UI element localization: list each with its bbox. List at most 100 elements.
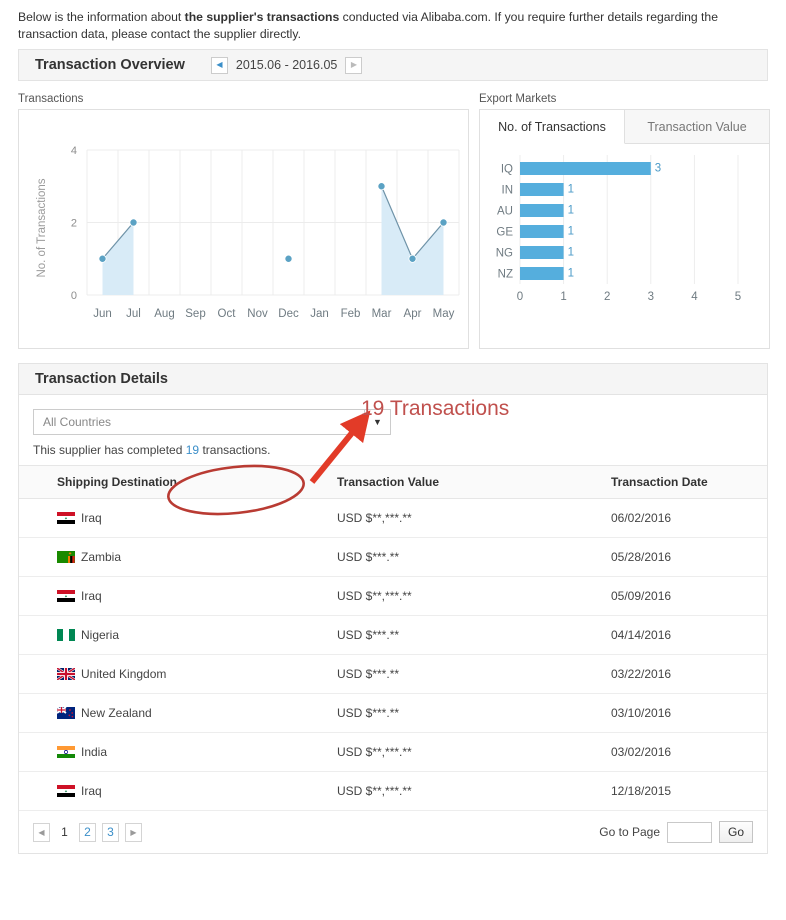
flag-icon-iq: ☘	[57, 785, 75, 797]
bar-chart-x-tick: 3	[648, 291, 654, 303]
table-row: United KingdomUSD $***.**03/22/2016	[19, 655, 767, 694]
destination-name: United Kingdom	[81, 667, 166, 681]
cell-transaction-value: USD $**,***.**	[319, 733, 599, 772]
bar-chart-category-label: AU	[497, 206, 513, 218]
cell-transaction-value: USD $***.**	[319, 538, 599, 577]
goto-page-group: Go to Page Go	[599, 821, 753, 843]
intro-text-bold: the supplier's transactions	[185, 10, 340, 24]
note-transaction-count: 19	[186, 443, 199, 457]
cell-shipping-destination: India	[19, 733, 319, 772]
date-range-label: 2015.06 - 2016.05	[236, 58, 337, 72]
tab-transaction-value[interactable]: Transaction Value	[625, 110, 769, 144]
bar-chart-bar	[520, 204, 564, 217]
cell-transaction-date: 03/02/2016	[599, 733, 767, 772]
transaction-details-body: All Countries ▼ This supplier has comple…	[18, 395, 768, 854]
export-markets-tabs: No. of Transactions Transaction Value	[480, 110, 769, 144]
cell-transaction-date: 03/22/2016	[599, 655, 767, 694]
charts-row: Transactions 024 JunJulAugSepOctNovDecJa…	[18, 93, 768, 349]
destination-cell: New Zealand	[57, 706, 319, 720]
svg-text:☘: ☘	[65, 594, 68, 598]
bar-chart-value-label: 3	[655, 163, 661, 175]
table-row: ☘IraqUSD $**,***.**06/02/2016	[19, 499, 767, 538]
destination-name: New Zealand	[81, 706, 152, 720]
flag-icon-nz	[57, 707, 75, 719]
table-row: New Zealand USD $***.**03/10/2016	[19, 694, 767, 733]
column-transaction-value: Transaction Value	[319, 466, 599, 499]
line-chart-x-tick: May	[433, 308, 455, 320]
cell-transaction-date: 12/18/2015	[599, 772, 767, 811]
line-chart-x-tick: Feb	[341, 308, 361, 320]
bar-chart-value-label: 1	[568, 268, 574, 280]
line-chart-data-point	[285, 255, 292, 262]
pagination-prev-button[interactable]: ◀	[33, 823, 50, 842]
table-header-row: Shipping Destination Transaction Value T…	[19, 466, 767, 499]
pagination-next-button[interactable]: ▶	[125, 823, 142, 842]
bar-chart-bar	[520, 225, 564, 238]
cell-shipping-destination: ☘Iraq	[19, 499, 319, 538]
svg-text:☘: ☘	[65, 516, 68, 520]
cell-shipping-destination: ☘ Iraq	[19, 577, 319, 616]
bar-chart-x-tick: 4	[691, 291, 698, 303]
intro-paragraph: Below is the information about the suppl…	[18, 0, 748, 49]
goto-page-input[interactable]	[667, 822, 712, 843]
cell-transaction-value: USD $***.**	[319, 694, 599, 733]
line-chart-x-tick: Apr	[404, 308, 422, 320]
bar-chart-bar	[520, 267, 564, 280]
destination-cell: ☘Iraq	[57, 511, 319, 525]
line-chart-x-tick: Aug	[154, 308, 174, 320]
pagination-page-1[interactable]: 1	[56, 823, 73, 842]
bar-chart-value-label: 1	[568, 247, 574, 259]
destination-cell: ☘Iraq	[57, 784, 319, 798]
line-chart-y-tick: 4	[71, 145, 77, 157]
cell-transaction-value: USD $**,***.**	[319, 772, 599, 811]
country-filter-select[interactable]: All Countries ▼	[33, 409, 391, 435]
line-chart-data-point	[440, 219, 447, 226]
bar-chart-bar	[520, 162, 651, 175]
bar-chart-x-tick: 0	[517, 291, 523, 303]
transactions-table: Shipping Destination Transaction Value T…	[19, 465, 767, 811]
line-chart-data-point	[409, 255, 416, 262]
flag-icon-in	[57, 746, 75, 758]
pagination: ◀ 1 2 3 ▶ Go to Page Go	[19, 811, 767, 853]
transactions-line-chart: 024 JunJulAugSepOctNovDecJanFebMarAprMay…	[18, 109, 469, 349]
line-chart-data-point	[99, 255, 106, 262]
pagination-page-2[interactable]: 2	[79, 823, 96, 842]
line-chart-x-tick: Jun	[93, 308, 112, 320]
destination-name: Iraq	[81, 589, 102, 603]
cell-transaction-date: 05/09/2016	[599, 577, 767, 616]
country-filter-value: All Countries	[34, 415, 364, 429]
table-row: ZambiaUSD $***.**05/28/2016	[19, 538, 767, 577]
bar-chart-x-tick: 1	[560, 291, 566, 303]
completed-transactions-note: This supplier has completed 19 transacti…	[33, 443, 753, 457]
export-markets-column: Export Markets No. of Transactions Trans…	[479, 93, 770, 349]
line-chart-x-tick: Jan	[310, 308, 329, 320]
line-chart-data-point	[130, 219, 137, 226]
destination-name: India	[81, 745, 107, 759]
table-row: ☘IraqUSD $**,***.**05/09/2016	[19, 577, 767, 616]
line-chart-x-tick: Dec	[278, 308, 299, 320]
cell-shipping-destination: Zambia	[19, 538, 319, 577]
cell-transaction-date: 06/02/2016	[599, 499, 767, 538]
intro-text-before: Below is the information about	[18, 10, 185, 24]
line-chart-x-tick: Sep	[185, 308, 205, 320]
note-text-after: transactions.	[199, 443, 270, 457]
prev-period-button[interactable]: ◀	[211, 57, 228, 74]
pagination-page-3[interactable]: 3	[102, 823, 119, 842]
bar-chart-value-label: 1	[568, 205, 574, 217]
tab-no-of-transactions[interactable]: No. of Transactions	[480, 110, 625, 144]
destination-cell: India	[57, 745, 319, 759]
svg-text:☘: ☘	[65, 789, 68, 793]
bar-chart-category-label: NG	[496, 248, 513, 260]
cell-shipping-destination: New Zealand	[19, 694, 319, 733]
line-chart-y-tick: 0	[71, 290, 77, 302]
cell-transaction-date: 03/10/2016	[599, 694, 767, 733]
bar-chart-category-label: IN	[502, 185, 514, 197]
go-button[interactable]: Go	[719, 821, 753, 843]
note-text-before: This supplier has completed	[33, 443, 186, 457]
next-period-button[interactable]: ▶	[345, 57, 362, 74]
column-shipping-destination: Shipping Destination	[19, 466, 319, 499]
column-transaction-date: Transaction Date	[599, 466, 767, 499]
export-markets-chart: No. of Transactions Transaction Value IQ…	[479, 109, 770, 349]
transaction-details-header: Transaction Details	[18, 363, 768, 395]
destination-cell: Zambia	[57, 550, 319, 564]
